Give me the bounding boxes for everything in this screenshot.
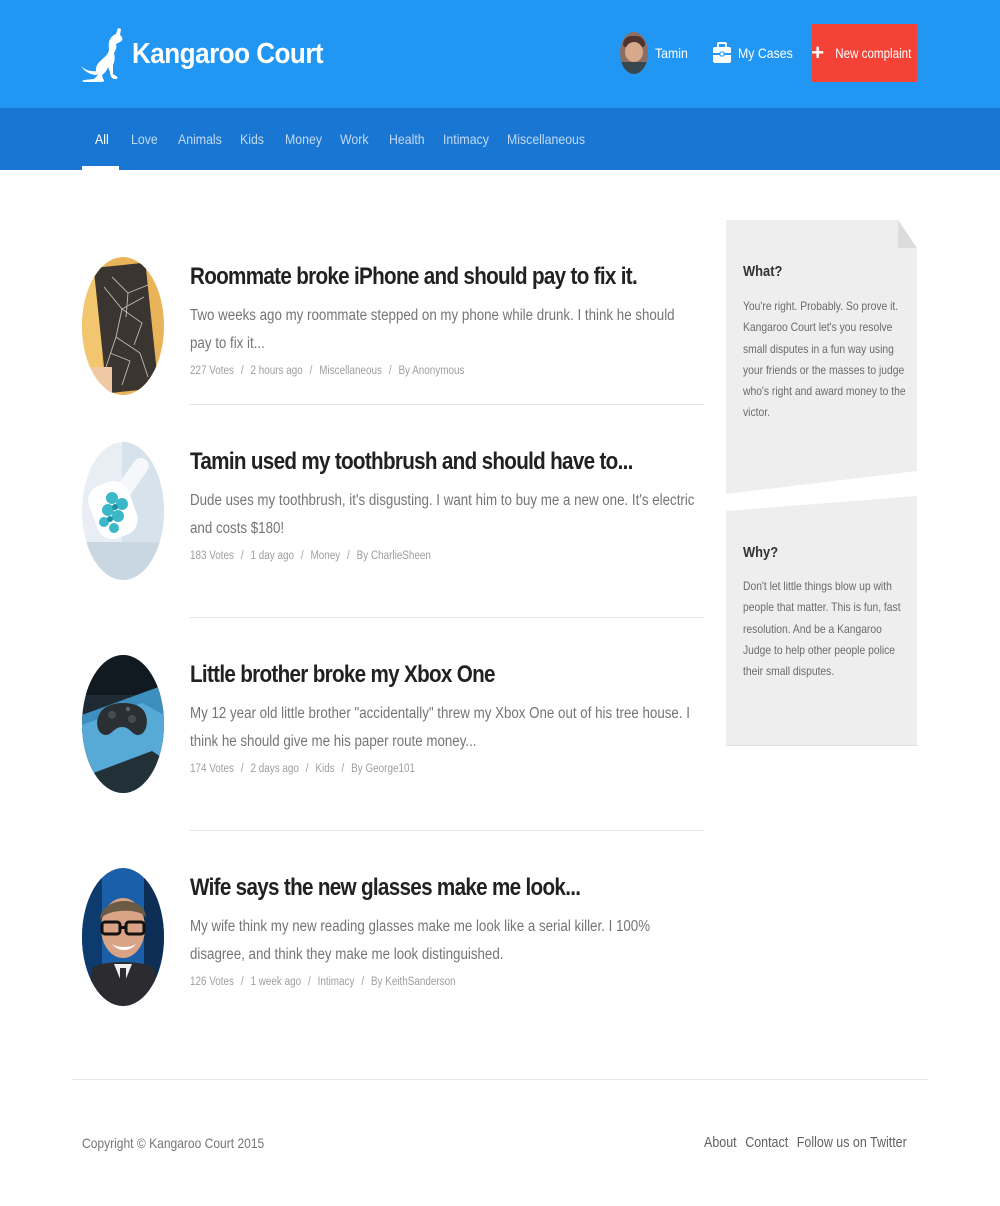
page-fold-corner [898,220,917,248]
divider [189,404,704,405]
user-avatar [620,32,648,74]
user-profile-link[interactable]: Tamin [620,32,692,74]
case-meta: 174 Votes/2 days ago / Kids / By George101 [190,763,415,775]
sidebar-what-card: What? You're right. Probably. So prove i… [726,220,917,494]
case-author-link[interactable]: By CharlieSheen [357,550,431,562]
my-cases-link[interactable]: My Cases [712,40,800,66]
case-category-link[interactable]: Money [310,550,340,562]
category-nav: All Love Animals Kids Money Work Health … [0,108,1000,170]
case-votes: 126 Votes [190,976,234,988]
case-thumbnail-xbox[interactable] [82,655,164,793]
case-description: Two weeks ago my roommate stepped on my … [190,307,675,352]
category-tab-all[interactable]: All [95,108,109,170]
case-thumbnail-broken-phone[interactable] [82,257,164,395]
case-author-link[interactable]: By KeithSanderson [371,976,456,988]
case-category-link[interactable]: Kids [315,763,334,775]
user-name-label: Tamin [655,45,688,61]
case-item: Wife says the new glasses make me look..… [82,868,704,1008]
category-tab-love[interactable]: Love [131,108,158,170]
case-item: Roommate broke iPhone and should pay to … [82,257,704,397]
case-votes: 183 Votes [190,550,234,562]
case-item: Little brother broke my Xbox One My 12 y… [82,655,704,795]
case-thumbnail-glasses-man[interactable] [82,868,164,1006]
category-tab-miscellaneous[interactable]: Miscellaneous [507,108,585,170]
category-tab-money[interactable]: Money [285,108,322,170]
case-description: My wife think my new reading glasses mak… [190,918,651,963]
case-category-link[interactable]: Miscellaneous [319,365,382,377]
case-title[interactable]: Wife says the new glasses make me look..… [190,874,632,902]
sidebar-what-title: What? [743,263,783,280]
brand-logo-link[interactable]: Kangaroo Court [80,24,344,84]
category-tab-work[interactable]: Work [340,108,369,170]
footer-copyright: Copyright © Kangaroo Court 2015 [82,1135,265,1151]
case-votes: 227 Votes [190,365,234,377]
briefcase-icon [713,42,731,63]
case-time: 1 week ago [250,976,302,988]
case-item: Tamin used my toothbrush and should have… [82,442,704,582]
brand-name: Kangaroo Court [132,37,324,70]
category-tab-intimacy[interactable]: Intimacy [443,108,489,170]
sidebar-why-title: Why? [743,544,779,561]
my-cases-label: My Cases [738,45,793,61]
kangaroo-logo-icon [81,28,123,82]
case-thumbnail-toothbrush[interactable] [82,442,164,580]
footer-link-twitter[interactable]: Follow us on Twitter [797,1135,907,1151]
footer-divider [72,1079,928,1080]
case-meta: 126 Votes/1 week ago / Intimacy / By KeithSa… [190,976,456,988]
case-title[interactable]: Little brother broke my Xbox One [190,661,632,689]
case-meta: 227 Votes/2 hours ago / Miscellaneous / By A… [190,365,465,377]
case-time: 2 days ago [250,763,299,775]
case-description: Dude uses my toothbrush, it's disgusting… [190,492,695,537]
case-author-link[interactable]: By George101 [351,763,415,775]
case-description: My 12 year old little brother "accidenta… [190,705,690,750]
category-tab-health[interactable]: Health [389,108,425,170]
category-tab-animals[interactable]: Animals [178,108,222,170]
case-time: 2 hours ago [250,365,303,377]
case-title[interactable]: Roommate broke iPhone and should pay to … [190,263,638,291]
footer-link-about[interactable]: About [704,1135,737,1151]
case-time: 1 day ago [250,550,294,562]
case-title[interactable]: Tamin used my toothbrush and should have… [190,448,633,476]
footer-links: About Contact Follow us on Twitter [704,1135,907,1151]
top-header: Kangaroo Court Tamin My Cases + New comp… [0,0,1000,108]
divider [189,617,704,618]
footer-link-contact[interactable]: Contact [745,1135,788,1151]
sidebar-why-text: Don't let little things blow up with peo… [743,579,901,679]
case-category-link[interactable]: Intimacy [318,976,355,988]
plus-icon: + [811,40,825,65]
active-tab-indicator [82,166,119,170]
case-votes: 174 Votes [190,763,234,775]
case-meta: 183 Votes/1 day ago / Money / By CharlieShee… [190,550,431,562]
category-tab-kids[interactable]: Kids [240,108,264,170]
new-complaint-label: New complaint [835,45,912,61]
sidebar-what-text: You're right. Probably. So prove it. Kan… [743,299,906,420]
divider [189,830,704,831]
sidebar-why-card: Why? Don't let little things blow up wit… [726,496,917,746]
new-complaint-button[interactable]: + New complaint [811,24,917,82]
case-author-link[interactable]: By Anonymous [398,365,464,377]
